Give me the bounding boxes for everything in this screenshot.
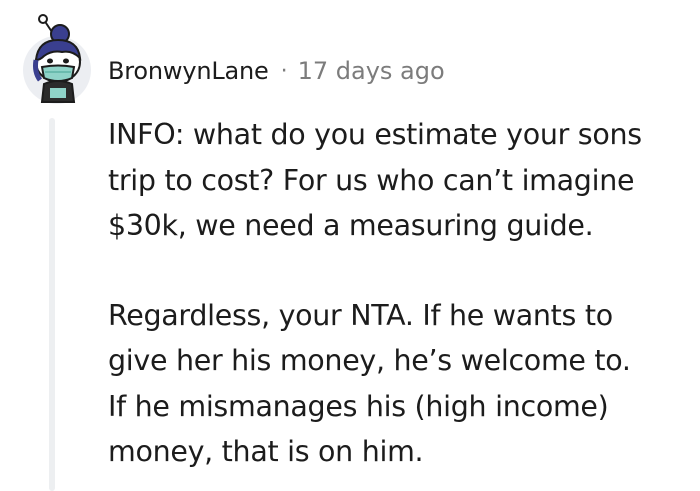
comment-body: INFO: what do you estimate your sons tri… — [108, 112, 688, 475]
comment-paragraph: Regardless, your NTA. If he wants to giv… — [108, 293, 688, 475]
comment-line: money, that is on him. — [108, 435, 424, 468]
comment-line: If he mismanages his (high income) — [108, 389, 609, 423]
comment-line: $30k, we need a measuring guide. — [108, 209, 594, 242]
timestamp[interactable]: 17 days ago — [298, 57, 445, 85]
comment-line: INFO: what do you estimate your sons — [108, 118, 642, 151]
comment-line: give her his money, he’s welcome to. — [108, 344, 631, 377]
meta-separator: · — [280, 58, 288, 84]
user-avatar-icon — [23, 14, 91, 104]
comment-line: trip to cost? For us who can’t imagine — [108, 163, 635, 197]
comment-line: Regardless, your NTA. If he wants to — [108, 298, 613, 332]
comment-paragraph: INFO: what do you estimate your sons tri… — [108, 112, 688, 249]
comment-meta: BronwynLane · 17 days ago — [108, 54, 445, 88]
thread-line[interactable] — [49, 118, 55, 491]
author-name[interactable]: BronwynLane — [108, 57, 269, 85]
avatar[interactable] — [22, 14, 92, 106]
